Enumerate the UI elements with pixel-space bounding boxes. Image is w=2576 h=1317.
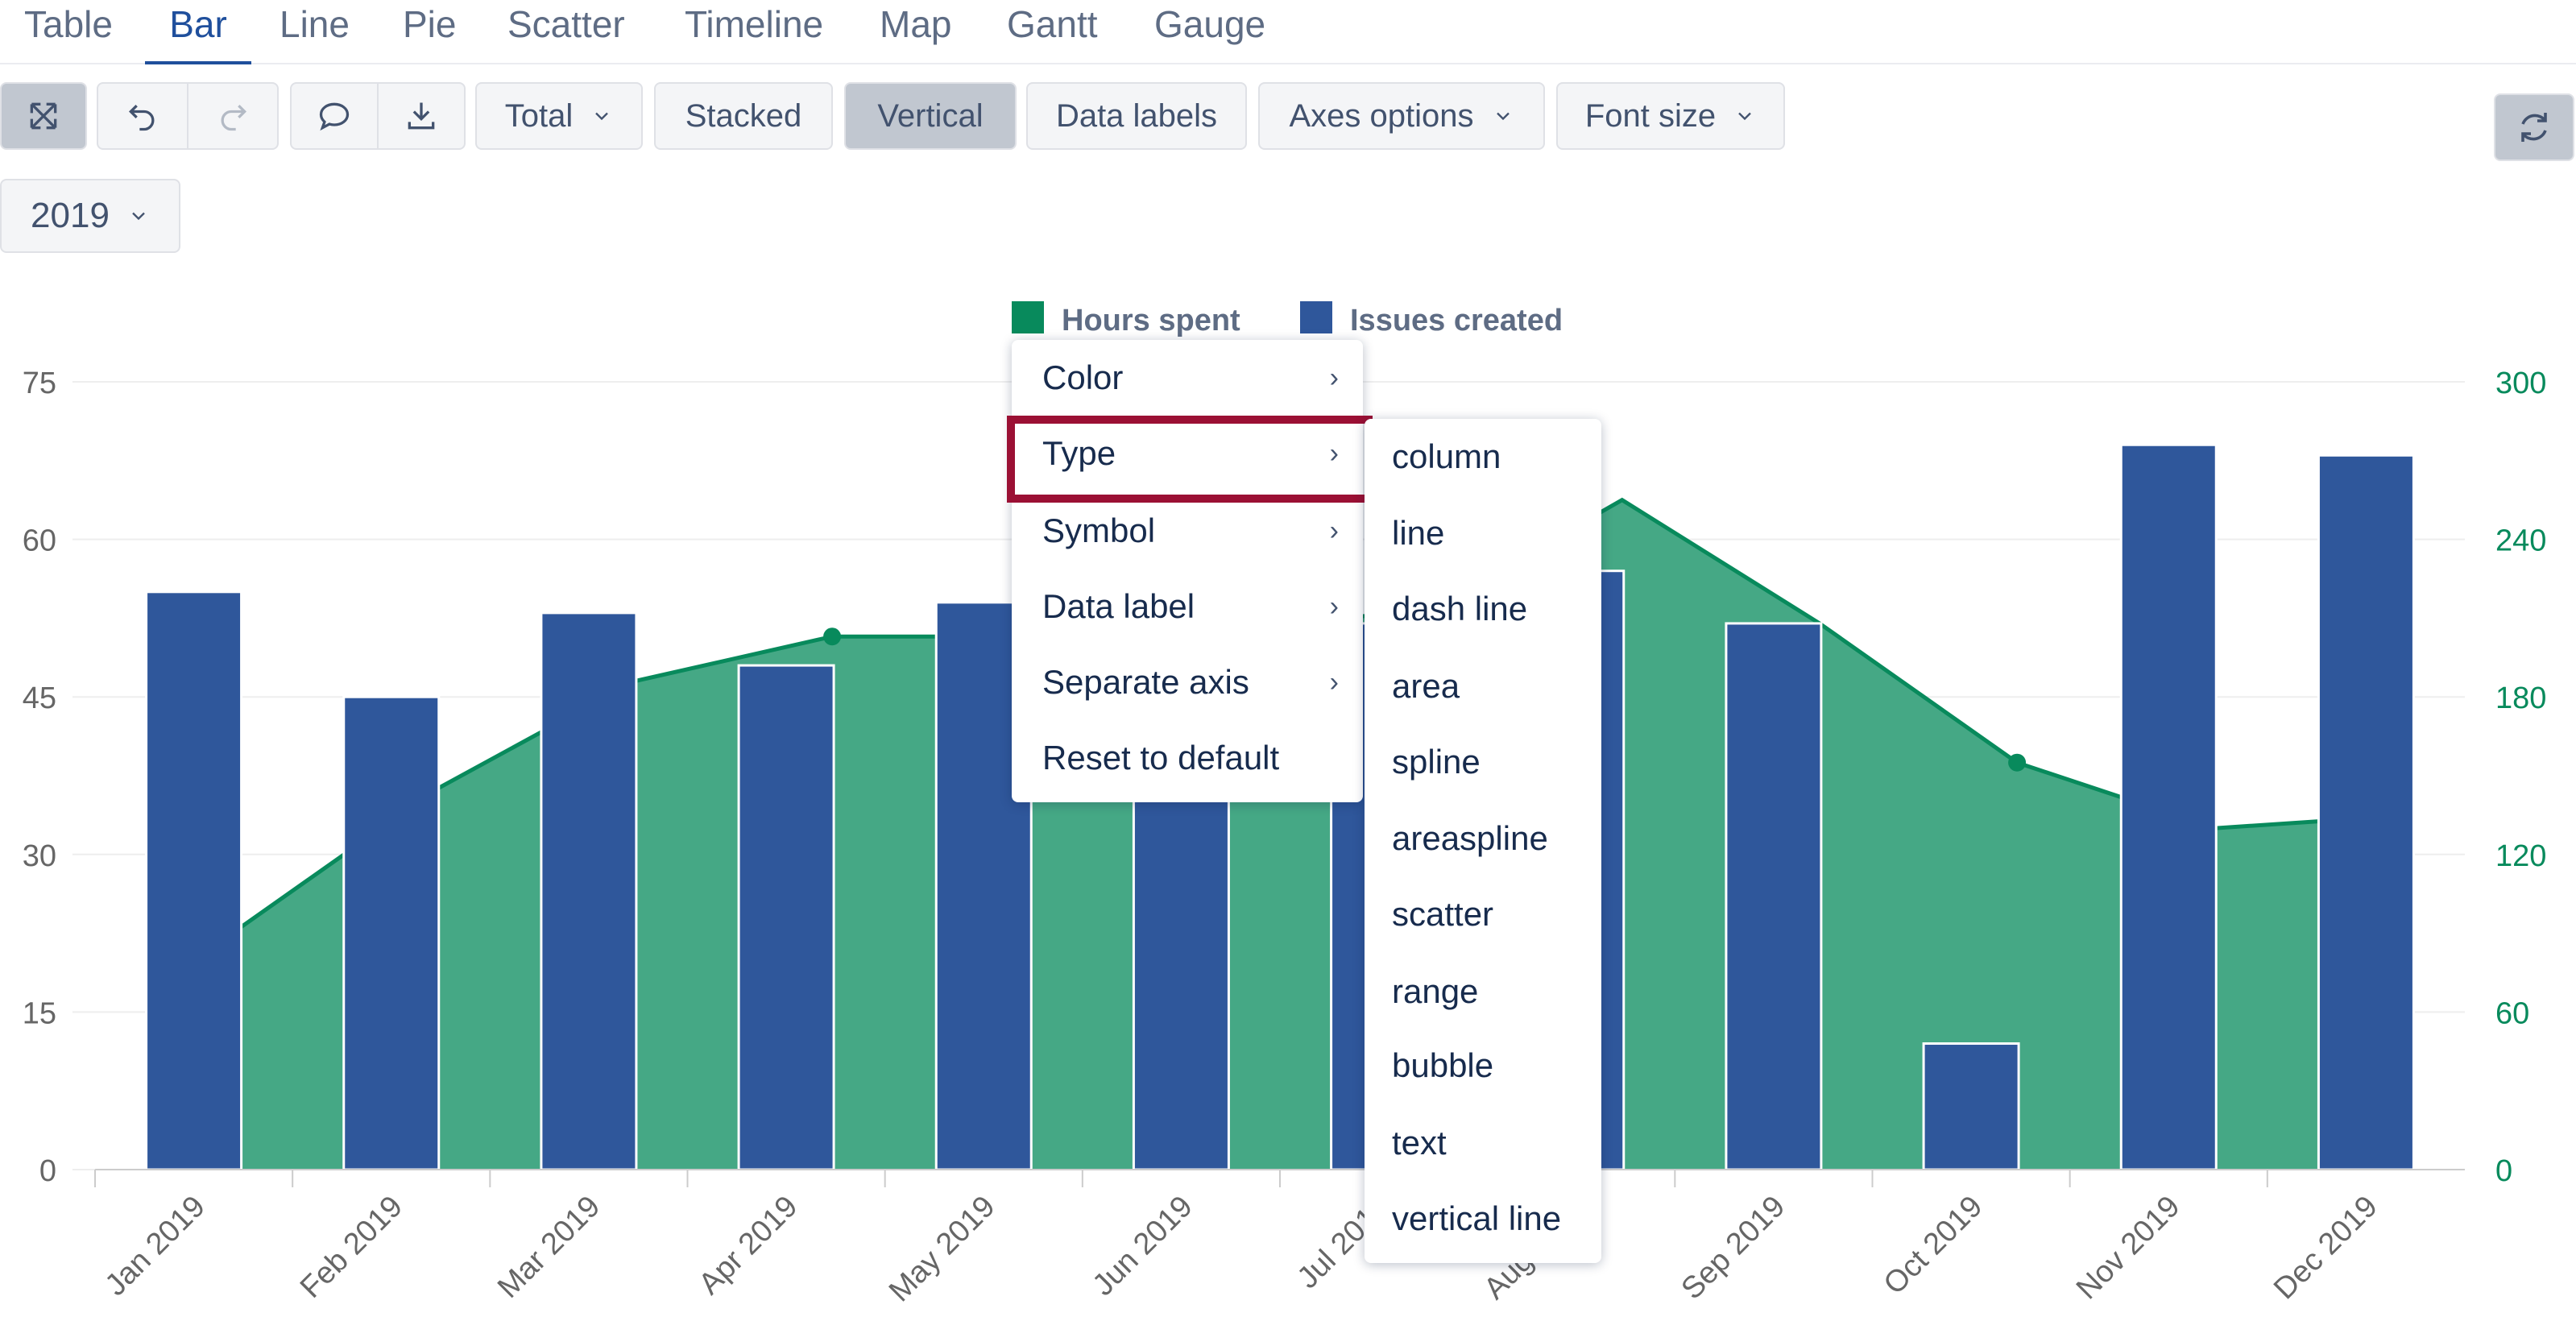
menu-item-reset-label: Reset to default [1042, 739, 1280, 777]
type-option-scatter-label: scatter [1392, 895, 1494, 933]
x-axis-tick-label: Mar 2019 [491, 1190, 607, 1305]
type-option-vertical-line[interactable]: vertical line [1365, 1181, 1601, 1257]
chevron-right-icon: › [1329, 515, 1339, 546]
issues-created-bar [737, 664, 835, 1171]
menu-item-color[interactable]: Color › [1012, 340, 1363, 416]
left-axis-tick-label: 60 [23, 524, 56, 558]
type-option-spline[interactable]: spline [1365, 724, 1601, 800]
type-option-text-label: text [1392, 1124, 1447, 1162]
type-option-dash-line[interactable]: dash line [1365, 571, 1601, 647]
type-option-line[interactable]: line [1365, 495, 1601, 571]
x-axis-tick-label: Nov 2019 [2070, 1190, 2187, 1307]
menu-item-symbol[interactable]: Symbol › [1012, 493, 1363, 569]
type-option-areaspline[interactable]: areaspline [1365, 801, 1601, 876]
type-option-bubble-label: bubble [1392, 1046, 1494, 1084]
issues-created-bar [2317, 453, 2415, 1171]
left-axis-tick-label: 75 [23, 367, 56, 400]
issues-created-bar [1922, 1042, 2020, 1171]
menu-item-data-label-label: Data label [1042, 587, 1195, 625]
right-axis-tick-label: 240 [2495, 524, 2546, 558]
menu-item-separate-axis[interactable]: Separate axis › [1012, 644, 1363, 720]
type-option-areaspline-label: areaspline [1392, 819, 1548, 857]
menu-item-color-label: Color [1042, 358, 1124, 396]
right-axis-tick-label: 120 [2495, 839, 2546, 873]
x-axis-tick-label: Jan 2019 [99, 1190, 212, 1303]
type-option-scatter[interactable]: scatter [1365, 876, 1601, 952]
menu-item-symbol-label: Symbol [1042, 511, 1156, 549]
type-option-area[interactable]: area [1365, 648, 1601, 724]
menu-item-reset-to-default[interactable]: Reset to default [1012, 720, 1363, 796]
type-option-range-label: range [1392, 972, 1479, 1010]
type-submenu: column line dash line area spline areasp… [1365, 419, 1601, 1263]
type-option-area-label: area [1392, 667, 1460, 705]
left-axis-tick-label: 30 [23, 839, 56, 873]
left-axis-tick-label: 45 [23, 681, 56, 715]
x-axis-tick-label: Apr 2019 [693, 1190, 805, 1302]
type-option-column[interactable]: column [1365, 419, 1601, 495]
x-axis-tick-label: Jun 2019 [1087, 1190, 1199, 1303]
legend-swatch-issues-created [1300, 301, 1332, 333]
menu-item-separate-axis-label: Separate axis [1042, 663, 1249, 701]
type-option-column-label: column [1392, 437, 1501, 475]
left-axis-tick-label: 15 [23, 996, 56, 1030]
type-option-bubble[interactable]: bubble [1365, 1028, 1601, 1104]
legend-swatch-hours-spent [1012, 301, 1044, 333]
legend-label-issues-created: Issues created [1350, 304, 1563, 338]
x-axis-tick-label: Oct 2019 [1878, 1190, 1990, 1302]
right-axis-tick-label: 300 [2495, 367, 2546, 400]
type-option-spline-label: spline [1392, 743, 1481, 781]
hours-spent-point [823, 627, 842, 646]
menu-item-data-label[interactable]: Data label › [1012, 569, 1363, 644]
type-option-text[interactable]: text [1365, 1105, 1601, 1181]
issues-created-bar [2119, 443, 2218, 1171]
type-option-vertical-line-label: vertical line [1392, 1199, 1562, 1237]
chevron-right-icon: › [1329, 362, 1339, 393]
x-axis-tick-label: Dec 2019 [2267, 1190, 2384, 1307]
issues-created-bar [540, 611, 638, 1171]
type-option-dash-line-label: dash line [1392, 590, 1528, 627]
right-axis-tick-label: 0 [2495, 1154, 2512, 1188]
chevron-right-icon: › [1329, 590, 1339, 622]
type-option-range[interactable]: range [1365, 954, 1601, 1029]
left-axis-tick-label: 0 [39, 1154, 56, 1188]
issues-created-bar [145, 590, 243, 1171]
type-highlight-box [1007, 416, 1373, 503]
x-axis-tick-label: Feb 2019 [294, 1190, 409, 1305]
legend-label-hours-spent: Hours spent [1062, 304, 1240, 338]
series-context-menu: Color › Type › Symbol › Data label › Sep… [1012, 340, 1363, 802]
right-axis-tick-label: 180 [2495, 681, 2546, 715]
x-axis-tick-label: May 2019 [883, 1190, 1002, 1309]
x-axis-tick-label: Sep 2019 [1675, 1190, 1792, 1307]
right-axis-tick-label: 60 [2495, 996, 2529, 1030]
type-option-line-label: line [1392, 514, 1445, 552]
issues-created-bar [342, 695, 441, 1171]
chevron-right-icon: › [1329, 666, 1339, 698]
hours-spent-point [2008, 753, 2027, 772]
issues-created-bar [1725, 622, 1823, 1171]
